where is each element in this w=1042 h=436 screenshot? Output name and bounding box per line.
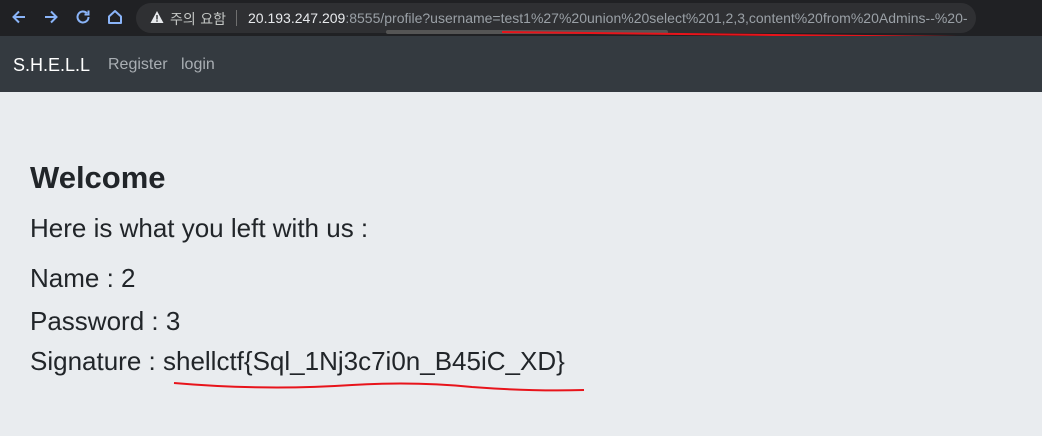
nav-link-login[interactable]: login bbox=[181, 56, 215, 74]
page-heading: Welcome bbox=[30, 160, 166, 195]
name-value: 2 bbox=[121, 263, 136, 293]
reload-icon bbox=[76, 10, 90, 24]
password-value: 3 bbox=[165, 306, 181, 336]
security-warning-label[interactable]: 주의 요함 bbox=[170, 9, 226, 29]
back-arrow-icon bbox=[12, 10, 25, 24]
password-row: Password : 3 bbox=[30, 306, 180, 337]
url-host: 20.193.247.209 bbox=[248, 10, 346, 26]
forward-arrow-icon bbox=[45, 10, 58, 24]
forward-button[interactable] bbox=[40, 6, 62, 28]
url-text[interactable]: 20.193.247.209:8555/profile?username=tes… bbox=[248, 10, 968, 26]
home-button[interactable] bbox=[104, 6, 126, 28]
signature-annotation-underline bbox=[173, 382, 585, 392]
name-label: Name : bbox=[30, 263, 122, 293]
signature-row: Signature : shellctf{Sql_1Nj3c7i0n_B45iC… bbox=[30, 346, 565, 377]
name-row: Name : 2 bbox=[30, 263, 136, 294]
password-label: Password : bbox=[30, 306, 166, 336]
signature-value: shellctf{Sql_1Nj3c7i0n_B45iC_XD} bbox=[162, 346, 565, 376]
url-path: :8555/profile?username=test1%27%20union%… bbox=[345, 10, 968, 26]
home-icon bbox=[108, 10, 122, 24]
signature-label: Signature : bbox=[30, 346, 163, 376]
reload-button[interactable] bbox=[72, 6, 94, 28]
back-button[interactable] bbox=[8, 6, 30, 28]
intro-text: Here is what you left with us : bbox=[30, 213, 369, 243]
site-navbar: S.H.E.L.L Register login bbox=[0, 36, 1042, 92]
nav-link-register[interactable]: Register bbox=[108, 56, 168, 74]
address-separator bbox=[236, 10, 237, 26]
brand-logo[interactable]: S.H.E.L.L bbox=[13, 55, 90, 76]
warning-triangle-icon[interactable] bbox=[150, 10, 164, 24]
